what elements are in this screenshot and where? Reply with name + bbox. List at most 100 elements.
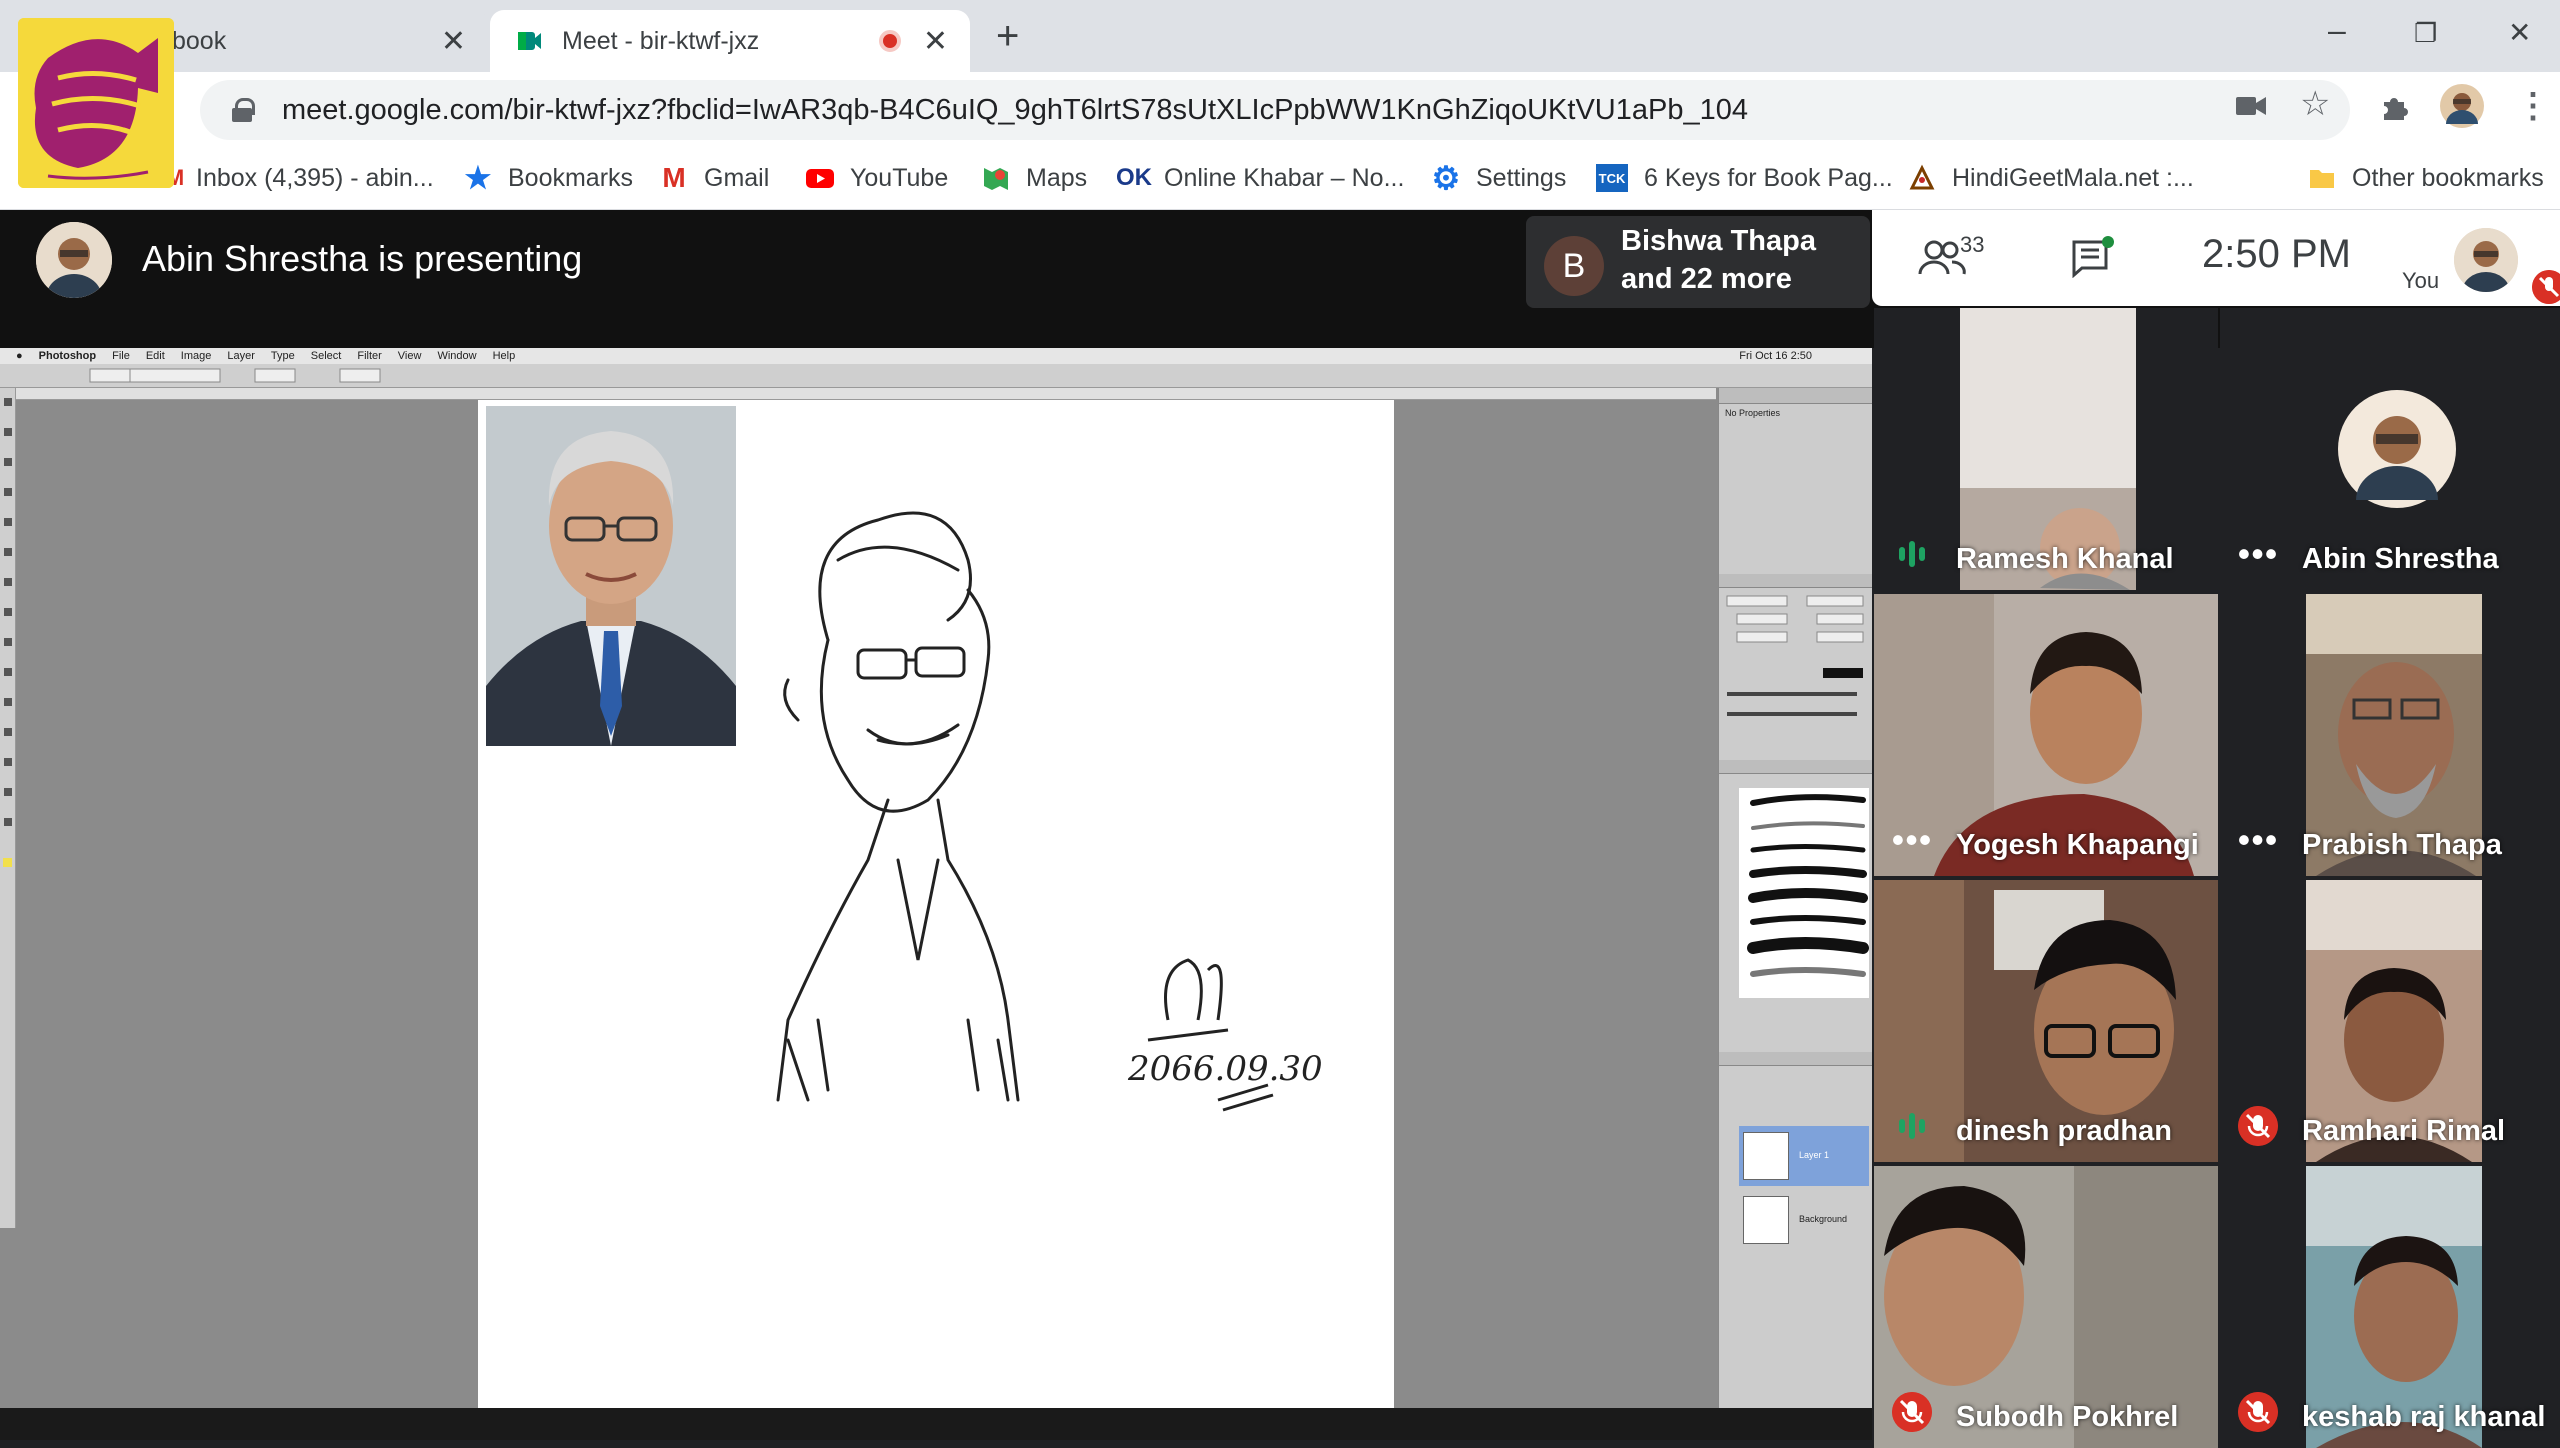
gmail-icon: M [662,162,686,193]
participant-count: 33 [1960,232,1985,257]
menu-item[interactable]: Filter [357,350,381,362]
bookmark-label: Online Khabar – No... [1164,163,1405,192]
lock-icon [232,98,255,122]
participant-tile-ramhari-rimal[interactable]: Ramhari Rimal [2220,880,2560,1162]
bookmark-youtube[interactable]: YouTube [806,158,948,198]
menu-dots-icon[interactable]: ⋮ [2516,86,2550,126]
close-tab-icon[interactable]: ✕ [441,24,466,59]
participant-tile-dinesh-pradhan[interactable]: dinesh pradhan [1874,880,2218,1162]
maximize-icon[interactable]: ❐ [2414,18,2437,49]
participant-tile-ramesh-khanal[interactable]: Ramesh Khanal [1874,308,2218,590]
menu-item[interactable]: Window [437,350,476,362]
brush-presets-list [1739,788,1869,998]
bookmark-maps[interactable]: Maps [982,158,1087,198]
bookmark-inbox[interactable]: M Inbox (4,395) - abin... [166,158,434,198]
star-icon: ★ [464,161,492,195]
participant-tile-subodh-pokhrel[interactable]: Subodh Pokhrel [1874,1166,2218,1448]
options-controls [89,368,381,383]
tool-icons [3,398,12,867]
menu-item[interactable]: Layer [227,350,255,362]
participant-tile-abin-shrestha[interactable]: ••• Abin Shrestha [2220,308,2560,590]
speaking-indicator-icon [1892,1106,1932,1146]
bookmark-settings[interactable]: ⚙ Settings [1432,158,1567,198]
self-avatar[interactable] [2454,228,2518,292]
brush-presets-tab [1719,760,1872,774]
menu-item[interactable]: Help [493,350,516,362]
bookmark-hindigeetmala[interactable]: HindiGeetMala.net :... [1908,158,2194,198]
bookmark-other[interactable]: Other bookmarks [2308,158,2544,198]
layers-tab [1719,1052,1872,1066]
bookmark-label: Bookmarks [508,163,634,192]
bookmark-label: Gmail [704,163,770,192]
participant-name: dinesh pradhan [1956,1115,2172,1147]
menu-item[interactable]: File [112,350,130,362]
others-line1: Bishwa Thapa [1621,225,1816,257]
menu-item[interactable]: View [398,350,422,362]
participant-name: Ramesh Khanal [1956,543,2174,575]
hgm-icon [1909,164,1935,190]
caricature-sketch: 2066.09.30 [776,511,1323,1112]
chat-icon[interactable] [2070,236,2114,278]
url-text: meet.google.com/bir-ktwf-jxz?fbclid=IwAR… [282,93,1748,126]
photoshop-options-bar [0,364,1872,388]
address-bar[interactable]: meet.google.com/bir-ktwf-jxz?fbclid=IwAR… [200,80,2350,140]
layer-name: Background [1799,1214,1848,1224]
extensions-icon[interactable] [2380,92,2410,122]
meet-controls-panel: 33 2:50 PM You [1872,210,2560,306]
menu-item[interactable]: Image [181,350,212,362]
channel-logo [18,18,174,188]
presenter-avatar [36,222,112,298]
people-icon[interactable] [1918,240,1966,276]
more-options-icon[interactable]: ••• [2238,820,2278,860]
participant-tile-keshab-raj-khanal[interactable]: keshab raj khanal [2220,1166,2560,1448]
presenting-label: Abin Shrestha is presenting [142,238,583,279]
bookmark-label: YouTube [850,163,949,192]
tab-title: Meet - bir-ktwf-jxz [562,26,760,55]
bookmark-6keys[interactable]: TCK 6 Keys for Book Pag... [1596,158,1893,198]
meeting-clock: 2:50 PM [2202,232,2351,276]
bookmark-gmail[interactable]: M Gmail [660,158,769,198]
bookmark-label: Inbox (4,395) - abin... [196,163,434,192]
menu-item[interactable]: Type [271,350,295,362]
ruler [16,388,1716,400]
photoshop-window: ● Photoshop File Edit Image Layer Type S… [0,348,1872,1408]
participant-tile-yogesh-khapangi[interactable]: ••• Yogesh Khapangi [1874,594,2218,876]
apple-icon: ● [16,350,23,362]
layer-thumbnail [1743,1196,1789,1244]
you-label: You [2402,268,2440,293]
other-participants-text: Bishwa Thapa and 22 more [1621,222,1816,298]
participant-tile-prabish-thapa[interactable]: ••• Prabish Thapa [2220,594,2560,876]
presentation-bottom-bar [0,1408,1872,1440]
more-options-icon[interactable]: ••• [2238,534,2278,574]
bookmark-label: Settings [1476,163,1567,192]
menu-item[interactable]: Photoshop [39,350,96,362]
photoshop-canvas: 2066.09.30 [478,400,1394,1408]
background-layer-row[interactable]: Background [1739,1190,1869,1250]
bookmarks-bar: M Inbox (4,395) - abin... ★ Bookmarks M … [0,148,2560,210]
layer-1-row[interactable]: Layer 1 [1739,1126,1869,1186]
bookmark-label: Other bookmarks [2352,163,2544,192]
browser-toolbar: meet.google.com/bir-ktwf-jxz?fbclid=IwAR… [0,72,2560,148]
close-window-icon[interactable]: ✕ [2508,16,2531,49]
minimize-icon[interactable]: – [2328,12,2346,49]
others-line2: and 22 more [1621,263,1792,295]
new-tab-button[interactable]: + [996,14,1019,59]
camera-icon[interactable] [2236,94,2266,118]
reference-portrait-photo [486,406,736,746]
participant-name: Subodh Pokhrel [1956,1401,2179,1433]
participant-name: keshab raj khanal [2302,1401,2546,1433]
profile-avatar[interactable] [2440,84,2484,128]
bookmark-label: Maps [1026,163,1088,192]
ok-icon: OK [1116,164,1152,191]
menu-item[interactable]: Select [311,350,342,362]
menu-item[interactable]: Edit [146,350,165,362]
more-options-icon[interactable]: ••• [1892,820,1932,860]
tck-icon: TCK [1596,164,1628,192]
participant-name: Ramhari Rimal [2302,1115,2506,1147]
close-tab-icon[interactable]: ✕ [923,24,948,59]
star-icon[interactable]: ☆ [2300,84,2330,124]
tab-meet[interactable]: Meet - bir-ktwf-jxz ✕ [490,10,970,72]
other-participants-chip[interactable]: B Bishwa Thapa and 22 more [1526,216,1870,308]
bookmark-bookmarks[interactable]: ★ Bookmarks [464,158,634,198]
bookmark-onlinekhabar[interactable]: OK Online Khabar – No... [1116,158,1405,198]
